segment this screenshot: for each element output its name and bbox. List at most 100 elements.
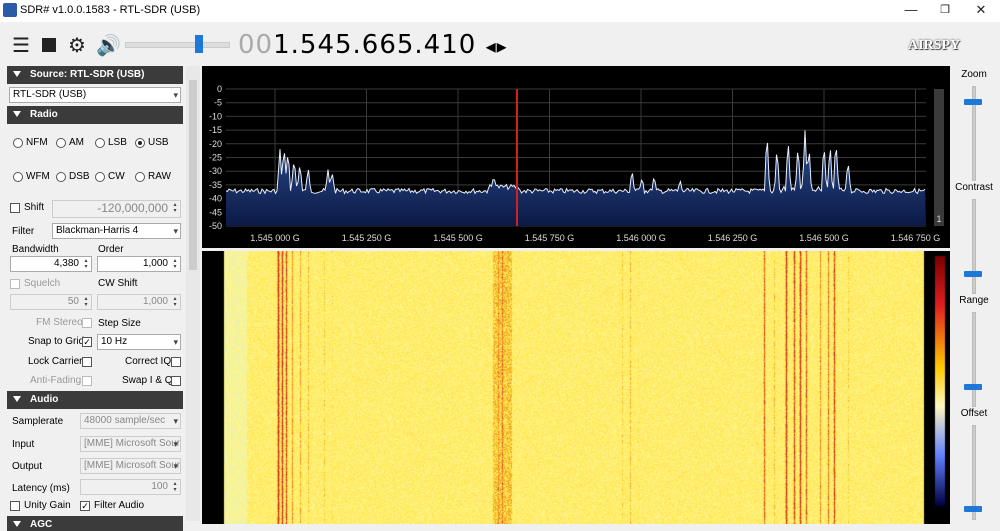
latency-value: 100 bbox=[151, 481, 168, 492]
order-input[interactable]: 1,000 ▴ ▾ bbox=[97, 256, 181, 272]
spin-icon[interactable]: ▴ ▾ bbox=[82, 258, 90, 270]
y-tick-label: -25 bbox=[209, 153, 222, 163]
radio-lsb[interactable] bbox=[95, 138, 105, 148]
frequency-display[interactable]: 001.545.665.410 ◂▸ bbox=[238, 30, 508, 61]
bandwidth-value: 4,380 bbox=[53, 258, 79, 269]
y-tick-label: -20 bbox=[209, 139, 222, 149]
bandwidth-input[interactable]: 4,380 ▴ ▾ bbox=[10, 256, 92, 272]
nfm-label: NFM bbox=[26, 137, 48, 148]
shift-input[interactable]: -120,000,000 ▴ ▾ bbox=[52, 200, 181, 218]
menu-icon[interactable]: ☰ bbox=[12, 36, 30, 56]
x-tick-label: 1.545 500 G bbox=[433, 233, 483, 243]
x-tick-label: 1.546 750 G bbox=[891, 233, 941, 243]
audio-header[interactable]: Audio bbox=[7, 391, 183, 409]
output-select[interactable]: [MME] Microsoft Soun ▾ bbox=[80, 458, 181, 474]
chevron-down-icon: ▾ bbox=[173, 439, 178, 449]
cw-shift-value: 1,000 bbox=[142, 296, 168, 307]
shift-checkbox[interactable] bbox=[10, 203, 20, 213]
spectrum-plot: 0 -5 -10 -15 -20 -25 -30 -35 -40 -45 -50 1.545 000 … bbox=[209, 84, 944, 243]
step-size-select[interactable]: 10 Hz ▾ bbox=[97, 334, 181, 350]
contrast-slider[interactable] bbox=[972, 199, 976, 294]
agc-header[interactable]: AGC bbox=[7, 516, 183, 531]
contrast-knob[interactable] bbox=[964, 271, 982, 277]
usb-label: USB bbox=[148, 137, 169, 148]
right-panel: Zoom Contrast Range Offset bbox=[950, 66, 1000, 531]
level-meter bbox=[934, 89, 944, 226]
squelch-value: 50 bbox=[67, 296, 79, 307]
squelch-checkbox[interactable] bbox=[10, 279, 20, 289]
maximize-button[interactable]: ❐ bbox=[928, 0, 962, 22]
samplerate-select[interactable]: 48000 sample/sec ▾ bbox=[80, 413, 181, 429]
cw-label: CW bbox=[108, 171, 125, 182]
gear-icon[interactable]: ⚙ bbox=[68, 36, 86, 56]
y-tick-label: -40 bbox=[209, 194, 222, 204]
waterfall-canvas bbox=[202, 251, 950, 524]
spin-icon[interactable]: ▴ ▾ bbox=[82, 296, 90, 308]
range-knob[interactable] bbox=[964, 384, 982, 390]
app-icon bbox=[3, 3, 17, 17]
spin-icon[interactable]: ▴ ▾ bbox=[171, 258, 179, 270]
radio-usb[interactable] bbox=[135, 138, 145, 148]
spin-icon[interactable]: ▴ ▾ bbox=[171, 296, 179, 308]
radio-wfm[interactable] bbox=[13, 172, 23, 182]
shift-label: Shift bbox=[24, 202, 45, 213]
speaker-icon[interactable]: 🔊 bbox=[96, 36, 121, 56]
filter-select[interactable]: Blackman-Harris 4 ▾ bbox=[52, 223, 181, 239]
order-value: 1,000 bbox=[142, 258, 168, 269]
anti-fading-label: Anti-Fading bbox=[30, 375, 82, 386]
scrollbar-thumb[interactable] bbox=[189, 80, 197, 270]
filter-audio-label: Filter Audio bbox=[94, 500, 145, 511]
input-select[interactable]: [MME] Microsoft Soun ▾ bbox=[80, 436, 181, 452]
agc-header-label: AGC bbox=[30, 519, 53, 530]
latency-input[interactable]: 100 ▴ ▾ bbox=[80, 479, 181, 495]
window-title: SDR# v1.0.0.1583 - RTL-SDR (USB) bbox=[20, 4, 201, 16]
x-tick-label: 1.545 000 G bbox=[250, 233, 300, 243]
frequency-arrows-icon[interactable]: ◂▸ bbox=[486, 34, 508, 58]
radio-nfm[interactable] bbox=[13, 138, 23, 148]
source-header[interactable]: Source: RTL-SDR (USB) bbox=[7, 66, 183, 84]
x-tick-label: 1.546 250 G bbox=[708, 233, 758, 243]
radio-cw[interactable] bbox=[95, 172, 105, 182]
radio-raw[interactable] bbox=[135, 172, 145, 182]
step-size-value: 10 Hz bbox=[101, 336, 128, 347]
spin-icon[interactable]: ▴ ▾ bbox=[171, 481, 179, 493]
swap-iq-checkbox[interactable] bbox=[171, 376, 181, 386]
airspy-logo: AIRSPY bbox=[908, 38, 961, 53]
spectrum-display[interactable]: 0 -5 -10 -15 -20 -25 -30 -35 -40 -45 -50 1.545 000 … bbox=[202, 66, 950, 248]
title-bar: SDR# v1.0.0.1583 - RTL-SDR (USB) — ❐ ✕ bbox=[0, 0, 1000, 22]
left-panel: Source: RTL-SDR (USB) RTL-SDR (USB) ▾ Rad… bbox=[0, 66, 185, 531]
stop-icon[interactable] bbox=[42, 38, 56, 52]
x-tick-label: 1.545 250 G bbox=[342, 233, 392, 243]
samplerate-label: Samplerate bbox=[12, 416, 64, 427]
filter-audio-checkbox[interactable]: ✓ bbox=[80, 501, 90, 511]
snap-to-grid-checkbox[interactable]: ✓ bbox=[82, 337, 92, 347]
device-select[interactable]: RTL-SDR (USB) ▾ bbox=[9, 87, 181, 103]
radio-dsb[interactable] bbox=[56, 172, 66, 182]
wfm-label: WFM bbox=[26, 171, 50, 182]
volume-slider[interactable] bbox=[125, 42, 230, 48]
y-tick-label: -45 bbox=[209, 207, 222, 217]
minimize-button[interactable]: — bbox=[894, 0, 928, 22]
waterfall-display[interactable] bbox=[202, 251, 950, 524]
correct-iq-label: Correct IQ bbox=[125, 356, 172, 367]
zoom-knob[interactable] bbox=[964, 99, 982, 106]
squelch-input[interactable]: 50 ▴ ▾ bbox=[10, 294, 92, 310]
close-button[interactable]: ✕ bbox=[964, 0, 998, 22]
anti-fading-checkbox[interactable] bbox=[82, 376, 92, 386]
cw-shift-input[interactable]: 1,000 ▴ ▾ bbox=[97, 294, 181, 310]
left-panel-scrollbar[interactable] bbox=[186, 66, 200, 521]
range-slider[interactable] bbox=[972, 312, 976, 407]
lock-carrier-checkbox[interactable] bbox=[82, 357, 92, 367]
radio-header[interactable]: Radio bbox=[7, 106, 183, 124]
correct-iq-checkbox[interactable] bbox=[171, 357, 181, 367]
fm-stereo-checkbox[interactable] bbox=[82, 318, 92, 328]
spin-icon[interactable]: ▴ ▾ bbox=[171, 202, 179, 214]
filter-label: Filter bbox=[12, 226, 35, 237]
radio-am[interactable] bbox=[56, 138, 66, 148]
offset-label: Offset bbox=[960, 408, 988, 419]
collapse-icon bbox=[13, 396, 21, 403]
volume-knob[interactable] bbox=[194, 35, 203, 53]
unity-gain-checkbox[interactable] bbox=[10, 501, 20, 511]
offset-knob[interactable] bbox=[964, 505, 982, 512]
y-tick-label: -30 bbox=[209, 166, 222, 176]
